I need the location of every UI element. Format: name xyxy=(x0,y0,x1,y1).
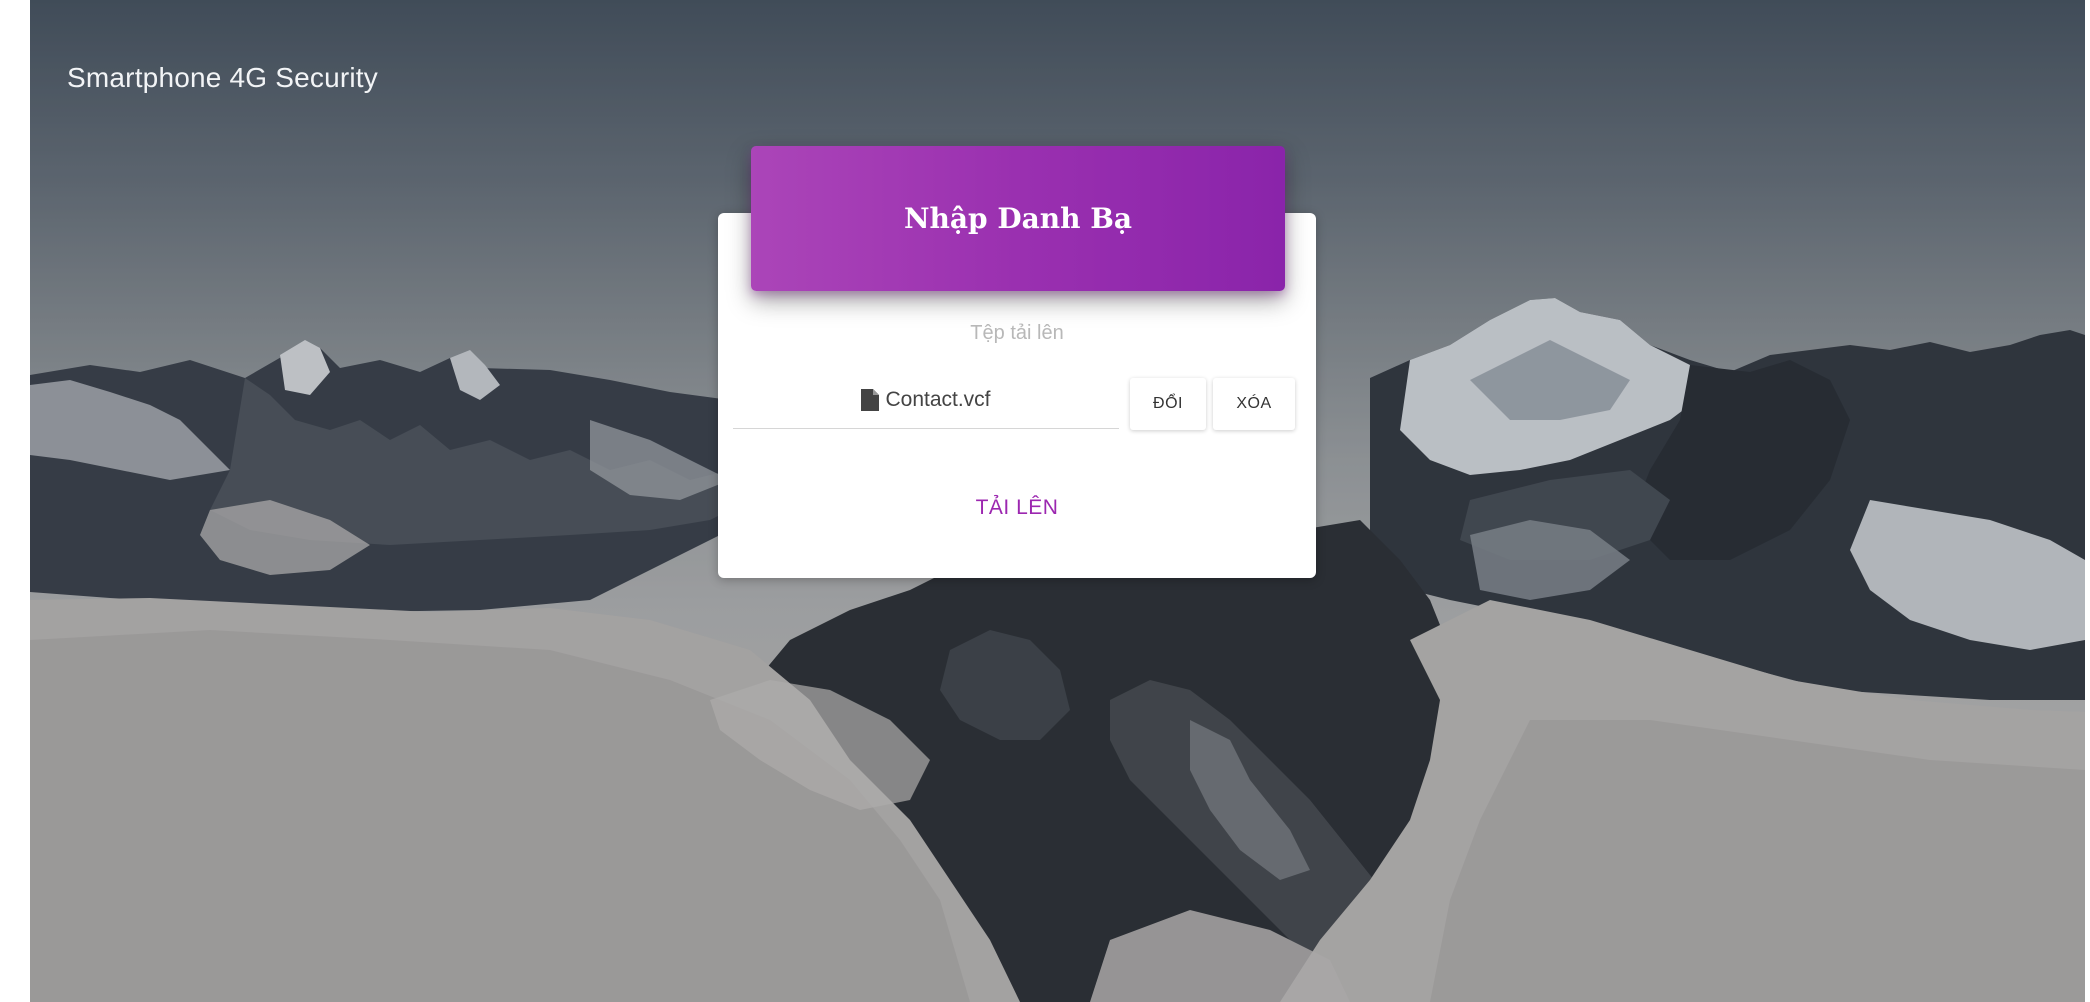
selected-file-name: Contact.vcf xyxy=(885,388,991,411)
card-title: Nhập Danh Bạ xyxy=(903,202,1133,235)
file-upload-label: Tệp tải lên xyxy=(970,322,1064,344)
change-file-button[interactable]: ĐỔI xyxy=(1130,378,1206,430)
remove-file-button[interactable]: XÓA xyxy=(1213,378,1295,430)
upload-button[interactable]: TẢI LÊN xyxy=(718,496,1316,520)
file-icon xyxy=(861,389,880,411)
selected-file-field[interactable]: Contact.vcf xyxy=(733,372,1119,429)
brand-title[interactable]: Smartphone 4G Security xyxy=(67,62,378,94)
card-header: Nhập Danh Bạ xyxy=(751,146,1285,291)
